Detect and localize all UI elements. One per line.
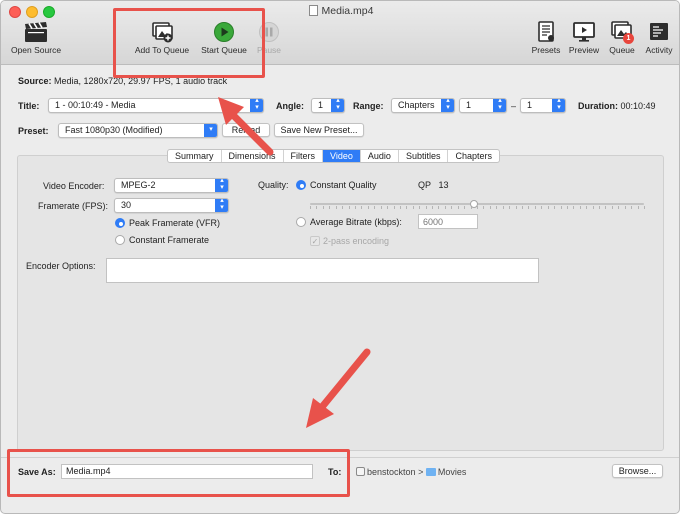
annotation-arrows [218, 97, 371, 428]
arrow-to-toolbar [218, 97, 274, 156]
arrow-to-save-as [306, 348, 371, 428]
